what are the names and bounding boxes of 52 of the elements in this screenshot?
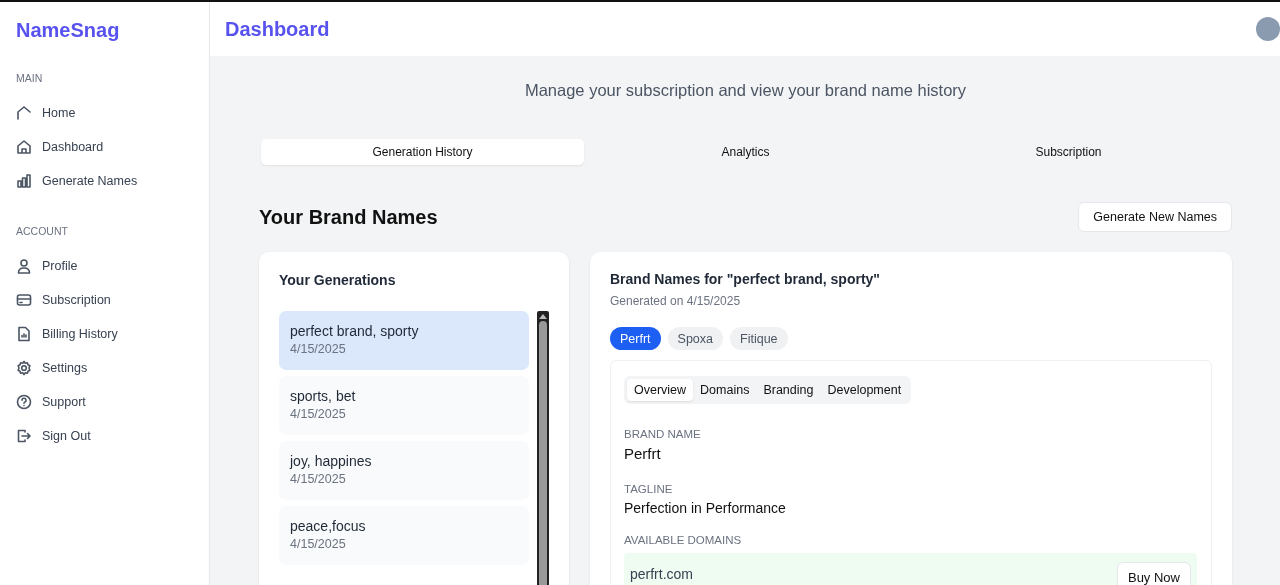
help-icon [16,394,32,410]
section-heading: ACCOUNT [16,225,68,237]
name-chip[interactable]: Perfrt [610,327,661,350]
detail-tab[interactable]: Overview [627,379,694,401]
document-icon [16,326,32,342]
tab[interactable]: Analytics [584,139,907,165]
bar-chart-icon [16,173,32,189]
field-label: TAGLINE [624,483,673,495]
scrollbar[interactable] [537,311,549,585]
name-chip[interactable]: Spoxa [667,327,723,350]
generation-item[interactable]: sports, bet 4/15/2025 [279,376,529,435]
scroll-up-icon[interactable] [539,313,547,319]
detail-tab[interactable]: Branding [756,379,821,401]
tab[interactable]: Generation History [261,139,584,165]
page-title: Dashboard [225,17,330,41]
generation-item[interactable]: peace,focus 4/15/2025 [279,506,529,565]
app-logo: NameSnag [16,18,120,42]
sidebar-item[interactable]: Profile [0,249,209,283]
card-title: Your Generations [279,272,396,288]
subtitle: Manage your subscription and view your brand name history [524,81,967,100]
detail-tab[interactable]: Domains [693,379,757,401]
sidebar-item[interactable]: Settings [0,351,209,385]
detail-tab[interactable]: Development [820,379,909,401]
sidebar-item[interactable]: Subscription [0,283,209,317]
name-chip[interactable]: Fitique [730,327,788,350]
sidebar-item[interactable]: Billing History [0,317,209,351]
domain-name: perfrt.com [630,566,693,582]
home-icon [16,105,32,121]
sidebar-item[interactable]: Dashboard [0,130,209,164]
generate-button[interactable]: Generate New Names [1078,202,1232,232]
sidebar-item[interactable]: Home [0,96,209,130]
credit-card-icon [16,292,32,308]
generated-date: Generated on 4/15/2025 [610,294,741,308]
tagline-value: Perfection in Performance [624,500,786,516]
tab[interactable]: Subscription [907,139,1230,165]
settings-icon [16,360,32,376]
sidebar-item[interactable]: Generate Names [0,164,209,198]
sidebar-item[interactable]: Sign Out [0,419,209,453]
user-icon [16,258,32,274]
brand-name-value: Perfrt [624,445,661,462]
sidebar-item[interactable]: Support [0,385,209,419]
section-title: Your Brand Names [259,205,438,229]
generation-item[interactable]: perfect brand, sporty 4/15/2025 [279,311,529,370]
avatar[interactable] [1256,17,1280,41]
sign-out-icon [16,428,32,444]
section-heading: MAIN [16,72,43,84]
generation-item[interactable]: joy, happines 4/15/2025 [279,441,529,500]
field-label: AVAILABLE DOMAINS [624,534,742,546]
field-label: BRAND NAME [624,428,701,440]
house-icon [16,139,32,155]
buy-button[interactable]: Buy Now [1116,562,1191,585]
card-title: Brand Names for "perfect brand, sporty" [610,271,880,287]
